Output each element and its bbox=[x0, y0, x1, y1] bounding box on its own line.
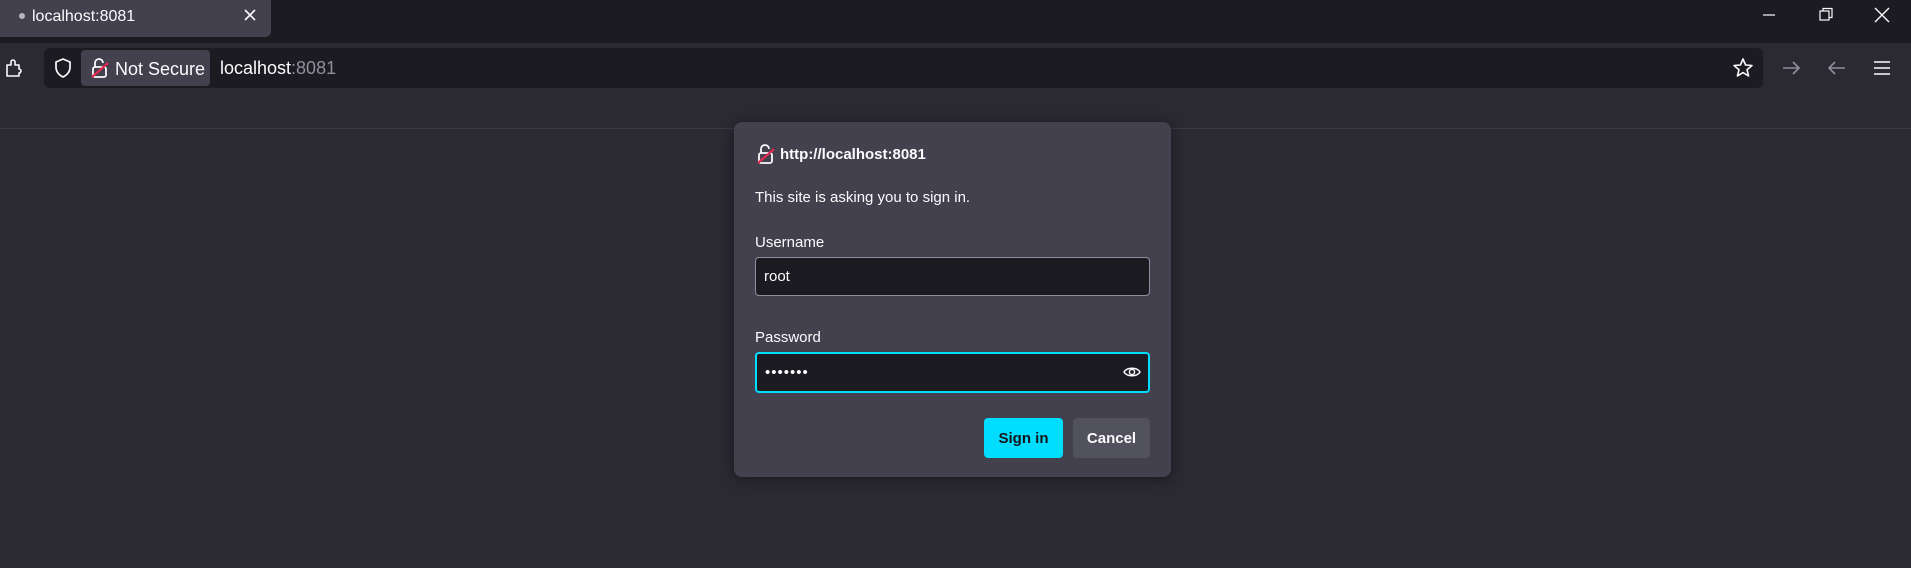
sign-in-dialog: http://localhost:8081 This site is askin… bbox=[734, 122, 1171, 477]
tab-localhost[interactable]: localhost:8081 bbox=[0, 0, 271, 37]
username-label: Username bbox=[755, 234, 825, 251]
tab-title: localhost:8081 bbox=[32, 8, 136, 25]
extensions-icon[interactable] bbox=[3, 56, 27, 80]
username-value: root bbox=[764, 268, 790, 285]
close-tab-icon[interactable] bbox=[240, 5, 260, 25]
sign-in-button[interactable]: Sign in bbox=[984, 418, 1063, 458]
restore-icon[interactable] bbox=[1816, 5, 1836, 25]
tab-loading-dot-icon bbox=[19, 13, 25, 19]
minimize-icon[interactable] bbox=[1759, 5, 1779, 25]
not-secure-label: Not Secure bbox=[115, 59, 206, 79]
password-masked-value: ••••••• bbox=[765, 364, 809, 381]
site-identity-button[interactable]: Not Secure bbox=[81, 50, 210, 86]
url-host: localhost bbox=[220, 58, 292, 78]
cancel-button[interactable]: Cancel bbox=[1073, 418, 1150, 458]
forward-arrow-icon[interactable] bbox=[1779, 56, 1803, 80]
tracking-protection-shield-icon[interactable] bbox=[51, 56, 75, 80]
show-password-eye-icon[interactable] bbox=[1122, 362, 1142, 382]
back-arrow-icon[interactable] bbox=[1825, 56, 1849, 80]
password-field[interactable]: ••••••• bbox=[755, 352, 1150, 393]
password-label: Password bbox=[755, 329, 821, 346]
dialog-origin: http://localhost:8081 bbox=[780, 146, 926, 163]
insecure-lock-icon bbox=[91, 58, 109, 78]
username-field[interactable]: root bbox=[755, 257, 1150, 296]
bookmark-star-icon[interactable] bbox=[1731, 56, 1755, 80]
dialog-message: This site is asking you to sign in. bbox=[755, 189, 971, 206]
title-bar: localhost:8081 bbox=[0, 0, 1911, 43]
url-text[interactable]: localhost:8081 bbox=[220, 58, 336, 79]
insecure-lock-icon bbox=[757, 144, 775, 164]
url-port: :8081 bbox=[291, 58, 337, 78]
close-window-icon[interactable] bbox=[1872, 5, 1892, 25]
hamburger-menu-icon[interactable] bbox=[1870, 56, 1894, 80]
